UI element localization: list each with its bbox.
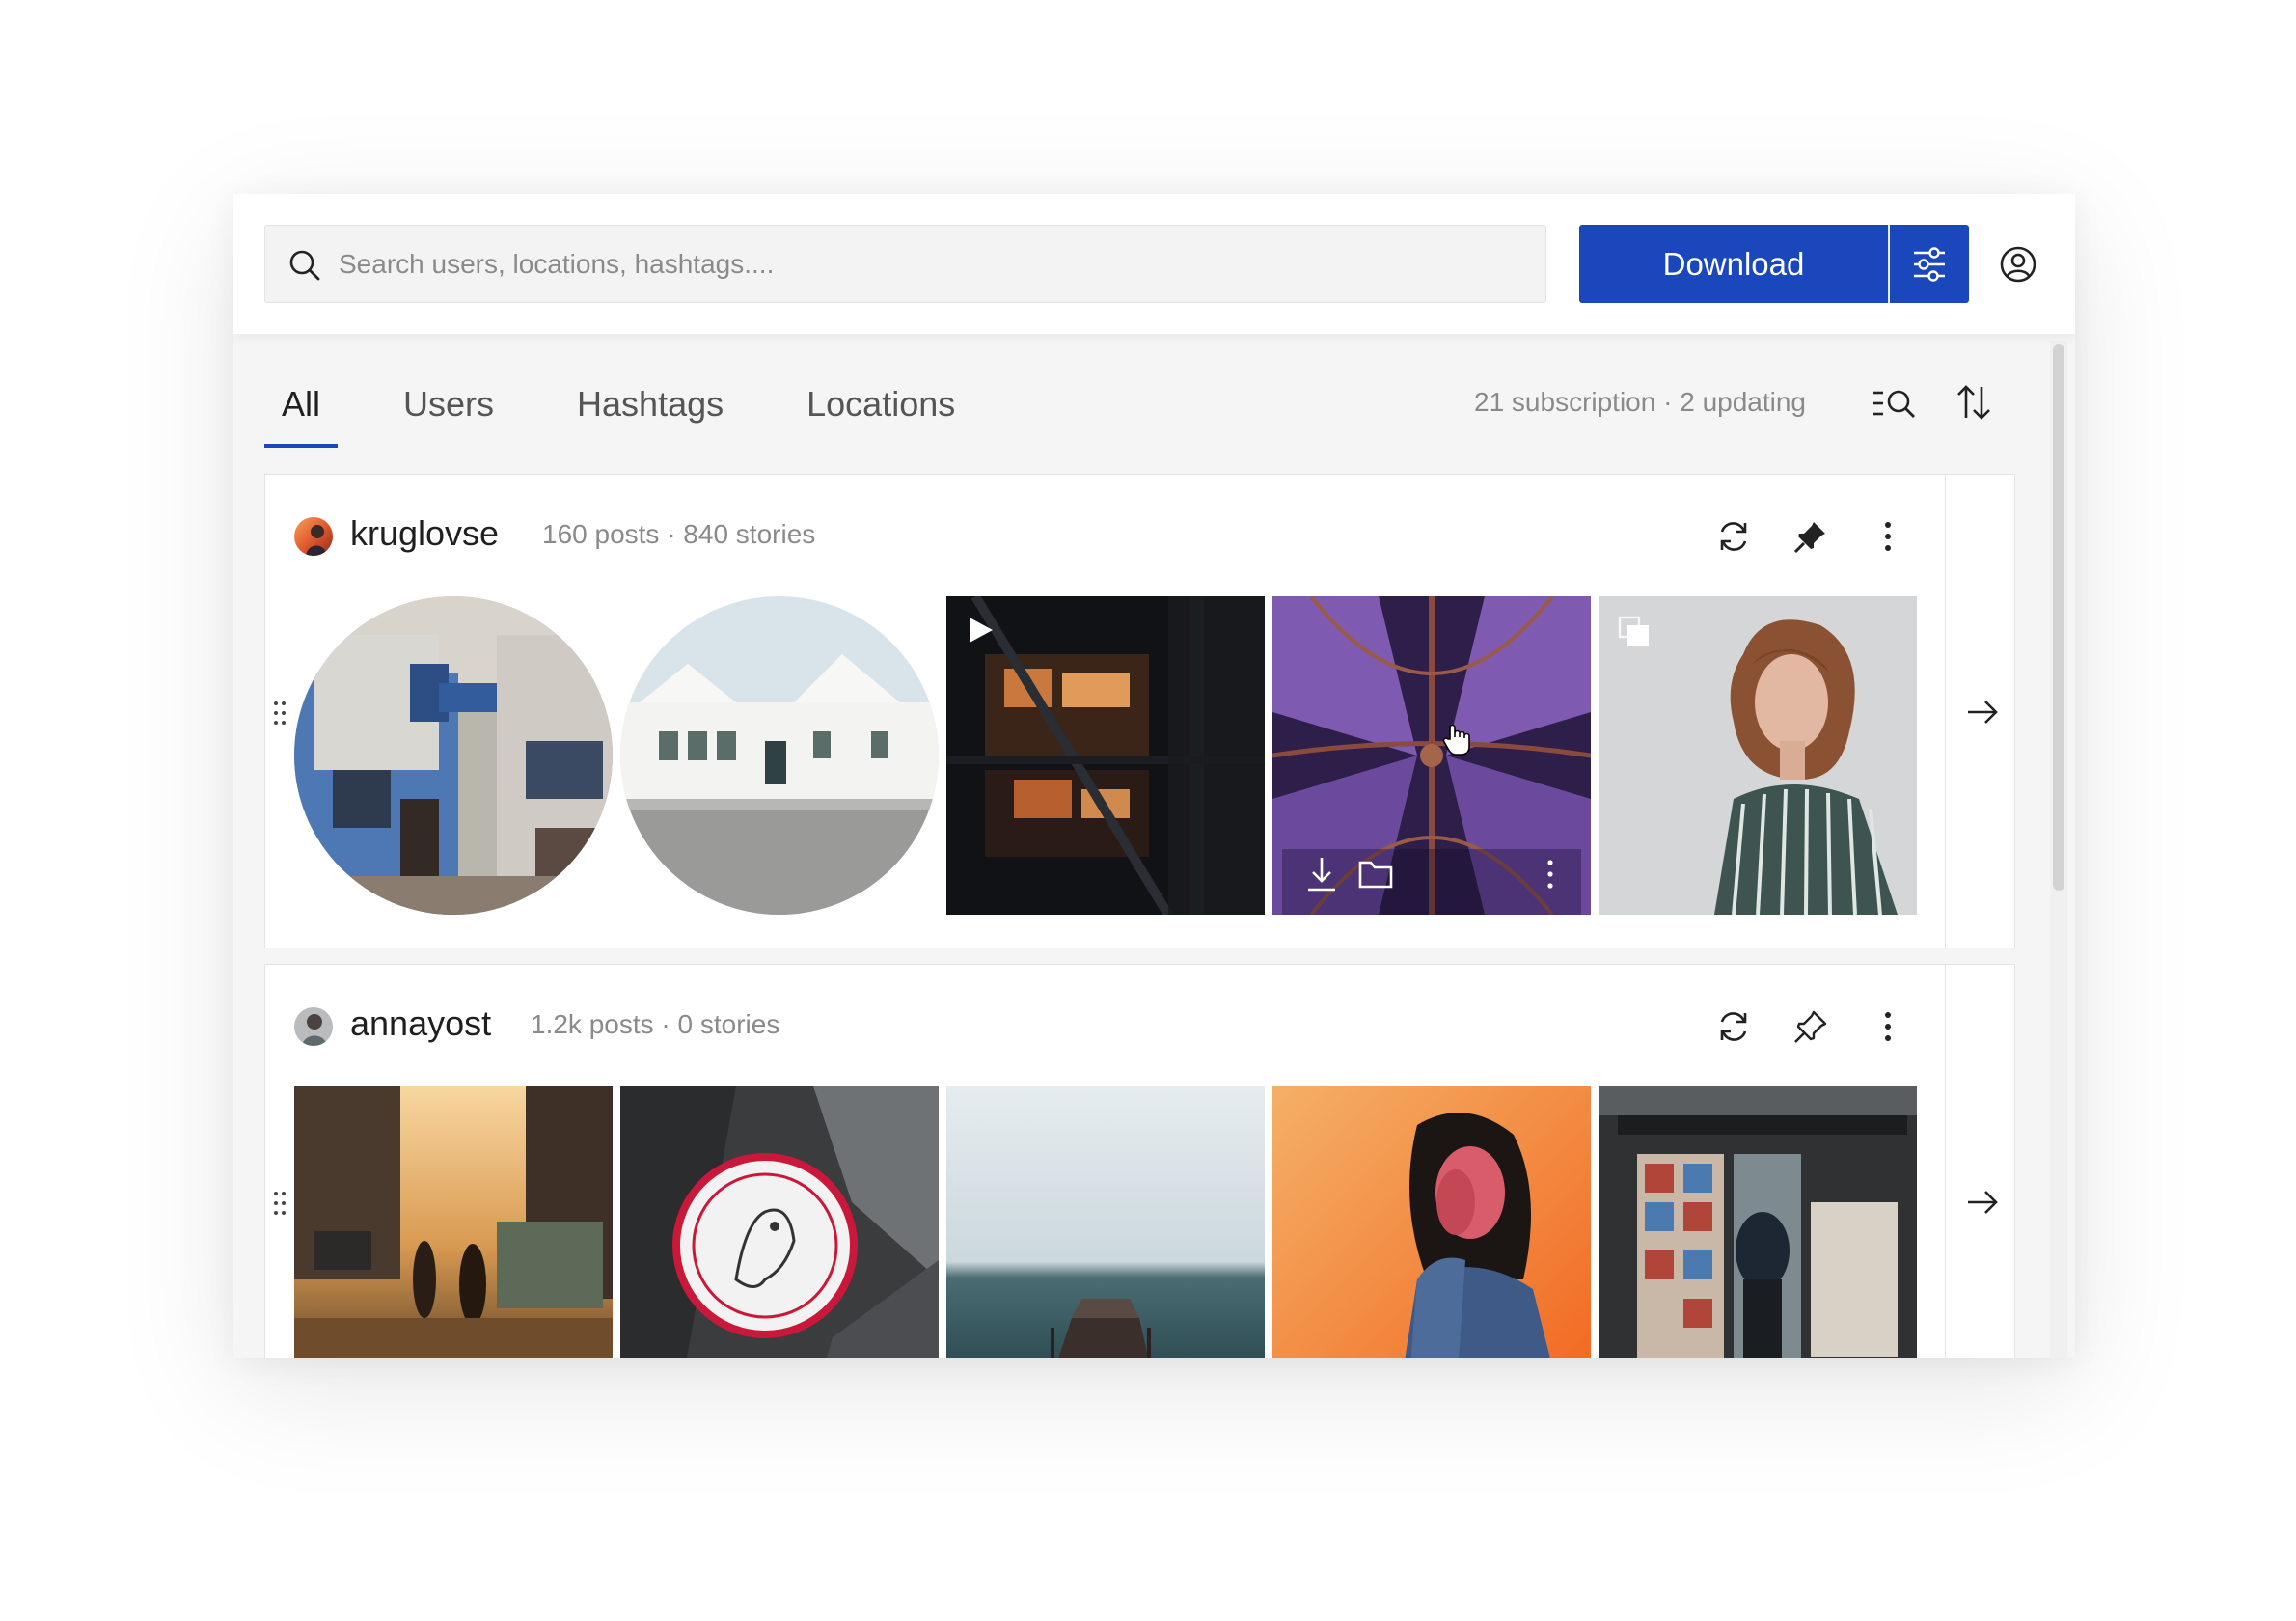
more-vertical-icon — [1885, 522, 1891, 551]
carousel-thumbnail[interactable] — [1599, 596, 1917, 915]
sliders-icon — [1914, 246, 1945, 282]
more-vertical-icon[interactable] — [1541, 857, 1560, 892]
subscription-card: annayost 1.2k posts · 0 stories — [264, 964, 2015, 1358]
multiple-images-icon — [1618, 616, 1649, 646]
subscription-card-body: kruglovse 160 posts · 840 stories — [265, 475, 1946, 948]
drag-handle-icon[interactable] — [271, 1189, 288, 1218]
tab-locations[interactable]: Locations — [789, 371, 972, 448]
subscription-meta: 1.2k posts · 0 stories — [531, 1009, 780, 1039]
play-icon — [970, 618, 993, 643]
pin-button[interactable] — [1790, 1005, 1832, 1048]
folder-icon[interactable] — [1357, 859, 1394, 890]
refresh-button[interactable] — [1712, 515, 1755, 558]
sort-arrows-icon[interactable] — [1953, 381, 1995, 424]
search-icon — [289, 250, 320, 281]
pin-icon — [1794, 1010, 1827, 1043]
subscription-card-body: annayost 1.2k posts · 0 stories — [265, 965, 1946, 1358]
refresh-icon — [1720, 522, 1747, 551]
subscription-meta: 160 posts · 840 stories — [542, 519, 816, 549]
download-button[interactable]: Download — [1579, 225, 1888, 303]
user-circle-icon — [2000, 246, 2036, 283]
arrow-right-icon[interactable] — [1965, 1185, 2000, 1220]
story-thumbnail[interactable] — [620, 596, 939, 915]
subscription-username[interactable]: annayost — [350, 1003, 491, 1044]
download-icon[interactable] — [1305, 855, 1338, 893]
filter-tabs: All Users Hashtags Locations — [264, 371, 1021, 448]
refresh-button[interactable] — [1712, 1005, 1755, 1048]
top-bar: Download — [233, 194, 2075, 334]
app-window: Download All Users Hashtags Locations 21 — [233, 194, 2075, 1358]
story-thumbnail[interactable] — [294, 596, 613, 915]
arrow-right-icon[interactable] — [1965, 695, 2000, 729]
avatar[interactable] — [294, 517, 333, 556]
subscription-card: kruglovse 160 posts · 840 stories — [264, 474, 2015, 948]
search-input[interactable] — [339, 226, 1525, 302]
list-search-icon[interactable] — [1872, 385, 1920, 422]
photo-thumbnail[interactable] — [1599, 1086, 1917, 1358]
more-options-button[interactable] — [1867, 515, 1909, 558]
scrollbar-thumb[interactable] — [2053, 344, 2064, 891]
account-button[interactable] — [1996, 242, 2040, 287]
tab-all[interactable]: All — [264, 371, 339, 448]
pin-button[interactable] — [1790, 515, 1832, 558]
photo-thumbnail[interactable] — [946, 1086, 1265, 1358]
search-box[interactable] — [264, 225, 1546, 303]
photo-thumbnail[interactable] — [1272, 596, 1591, 915]
tab-users[interactable]: Users — [386, 371, 511, 448]
drag-handle-icon[interactable] — [271, 699, 288, 728]
subscription-status: 21 subscription · 2 updating — [1474, 387, 1806, 417]
video-thumbnail[interactable] — [946, 596, 1265, 915]
hand-cursor-icon — [1442, 724, 1470, 756]
more-options-button[interactable] — [1867, 1005, 1909, 1048]
pin-icon — [1793, 522, 1825, 554]
avatar[interactable] — [294, 1007, 333, 1046]
refresh-icon — [1720, 1012, 1747, 1041]
photo-thumbnail[interactable] — [1272, 1086, 1591, 1358]
tab-hashtags[interactable]: Hashtags — [560, 371, 741, 448]
photo-thumbnail[interactable] — [620, 1086, 939, 1358]
more-vertical-icon — [1885, 1012, 1891, 1041]
subscription-username[interactable]: kruglovse — [350, 513, 499, 554]
download-settings-button[interactable] — [1888, 225, 1969, 303]
photo-thumbnail[interactable] — [294, 1086, 613, 1358]
